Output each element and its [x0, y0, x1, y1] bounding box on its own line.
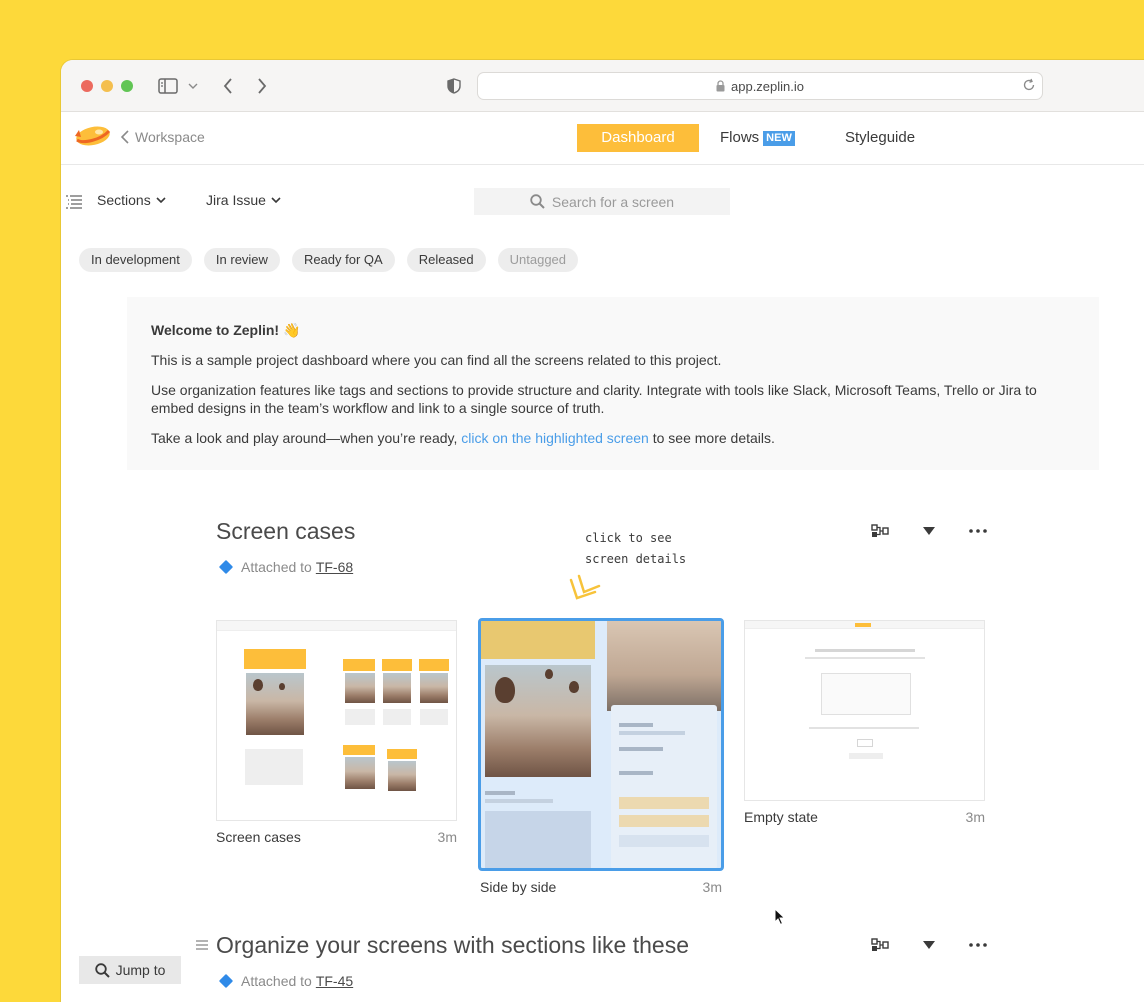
list-outline-icon[interactable]: [65, 194, 83, 215]
screen-updated-time: 3m: [437, 829, 457, 845]
annotation-line-1: click to see: [585, 531, 672, 545]
chevron-left-icon: [121, 130, 129, 144]
tab-styleguide[interactable]: Styleguide: [845, 124, 915, 152]
annotation-line-2: screen details: [585, 552, 687, 566]
search-placeholder: Search for a screen: [551, 193, 675, 210]
tab-flows[interactable]: Flows NEW: [720, 124, 795, 152]
flow-icon[interactable]: [868, 519, 892, 543]
section-title[interactable]: Organize your screens with sections like…: [216, 932, 689, 959]
browser-window: app.zeplin.io Workspace Dashboard Flows N…: [61, 60, 1144, 1002]
minimize-window-button[interactable]: [101, 80, 113, 92]
reload-icon[interactable]: [1022, 78, 1036, 95]
jira-issue-dropdown[interactable]: Jira Issue: [206, 192, 281, 208]
screen-card-side-by-side[interactable]: Side by side 3m: [478, 618, 724, 895]
close-window-button[interactable]: [81, 80, 93, 92]
attached-label: Attached to: [241, 559, 312, 575]
chevron-down-icon: [156, 197, 166, 203]
screen-thumbnail[interactable]: [216, 620, 457, 821]
screen-name: Empty state: [744, 809, 818, 825]
jump-to-label: Jump to: [115, 962, 166, 978]
jira-diamond-icon: [218, 559, 234, 575]
workspace-back-label: Workspace: [135, 129, 205, 145]
app-header: Workspace Dashboard Flows NEW Styleguide: [61, 112, 1144, 165]
sections-dropdown[interactable]: Sections: [97, 192, 166, 208]
back-arrow-icon[interactable]: [219, 74, 237, 98]
attached-label: Attached to: [241, 973, 312, 989]
highlighted-screen-link[interactable]: click on the highlighted screen: [461, 430, 649, 446]
tag-dropdown-icon[interactable]: [917, 519, 941, 543]
welcome-title: Welcome to Zeplin! 👋: [151, 322, 301, 338]
url-text: app.zeplin.io: [731, 78, 804, 94]
zeplin-logo[interactable]: [73, 122, 113, 157]
more-options-icon[interactable]: [966, 933, 990, 957]
dashboard-toolbar: Sections Jira Issue Search for a screen: [61, 188, 1144, 216]
sidebar-toggle-icon[interactable]: [157, 74, 179, 98]
screen-card-label: Screen cases 3m: [216, 829, 457, 845]
lock-icon: [716, 80, 725, 92]
mouse-cursor-icon: [774, 908, 786, 926]
welcome-line-2: Use organization features like tags and …: [151, 382, 1037, 416]
tab-dashboard[interactable]: Dashboard: [577, 124, 699, 152]
screen-card-empty-state[interactable]: Empty state 3m: [744, 620, 985, 825]
section-actions: [868, 519, 990, 543]
new-badge: NEW: [763, 131, 795, 146]
jira-issue-link[interactable]: TF-45: [316, 973, 353, 989]
jira-diamond-icon: [218, 973, 234, 989]
search-icon: [530, 194, 545, 209]
welcome-line-3: Take a look and play around—when you’re …: [151, 429, 1075, 447]
tab-flows-label: Flows: [720, 129, 760, 146]
sections-dropdown-label: Sections: [97, 192, 151, 208]
screen-name: Screen cases: [216, 829, 301, 845]
chevron-down-icon[interactable]: [187, 74, 199, 98]
jira-attachment: Attached to TF-45: [218, 973, 353, 989]
more-options-icon[interactable]: [966, 519, 990, 543]
screen-search-input[interactable]: Search for a screen: [474, 188, 730, 215]
jira-issue-link[interactable]: TF-68: [316, 559, 353, 575]
tag-released[interactable]: Released: [406, 248, 486, 272]
screen-name: Side by side: [480, 879, 557, 895]
welcome-line-3-suffix: to see more details.: [648, 430, 775, 446]
screen-thumbnail[interactable]: [478, 618, 724, 871]
welcome-line-3-prefix: Take a look and play around—when you’re …: [151, 430, 462, 446]
screen-card-label: Empty state 3m: [744, 809, 985, 825]
jira-dropdown-label: Jira Issue: [206, 192, 266, 208]
welcome-line-1: This is a sample project dashboard where…: [151, 352, 722, 368]
section-title[interactable]: Screen cases: [216, 518, 355, 545]
tag-dropdown-icon[interactable]: [917, 933, 941, 957]
jira-attachment: Attached to TF-68: [218, 559, 353, 575]
flow-icon[interactable]: [868, 933, 892, 957]
tag-in-review[interactable]: In review: [203, 248, 280, 272]
screen-card-screen-cases[interactable]: Screen cases 3m: [216, 620, 457, 845]
chevron-down-icon: [271, 197, 281, 203]
zoom-window-button[interactable]: [121, 80, 133, 92]
tag-in-development[interactable]: In development: [79, 248, 192, 272]
browser-toolbar: app.zeplin.io: [61, 60, 1144, 112]
drag-handle-icon[interactable]: [196, 940, 208, 950]
jump-to-button[interactable]: Jump to: [79, 956, 181, 984]
tag-filter-bar: In development In review Ready for QA Re…: [79, 248, 579, 272]
search-icon: [94, 962, 110, 978]
screen-updated-time: 3m: [965, 809, 985, 825]
click-hint-annotation: click to see screen details: [585, 528, 686, 570]
tag-untagged[interactable]: Untagged: [497, 248, 579, 272]
workspace-back-link[interactable]: Workspace: [121, 129, 205, 145]
address-bar[interactable]: app.zeplin.io: [477, 72, 1043, 100]
screen-thumbnail[interactable]: [744, 620, 985, 801]
screen-card-label: Side by side 3m: [478, 879, 724, 895]
section-actions: [868, 933, 990, 957]
shield-icon[interactable]: [445, 74, 463, 98]
screen-updated-time: 3m: [702, 879, 722, 895]
tag-ready-for-qa[interactable]: Ready for QA: [291, 248, 395, 272]
forward-arrow-icon[interactable]: [253, 74, 271, 98]
welcome-panel: Welcome to Zeplin! 👋 This is a sample pr…: [127, 297, 1099, 470]
hint-arrow-icon: [569, 574, 601, 600]
